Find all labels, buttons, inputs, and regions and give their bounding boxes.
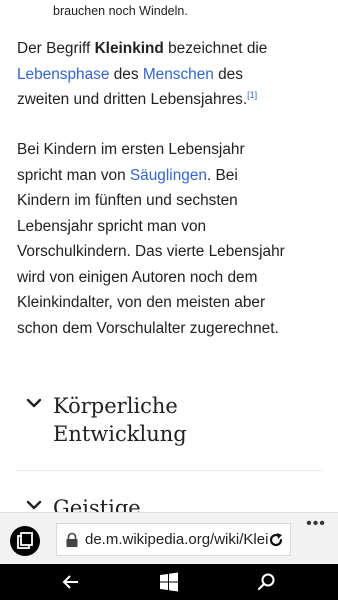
chevron-down-icon bbox=[26, 500, 42, 510]
text-segment: zweiten und dritten Lebensjahres. bbox=[17, 91, 248, 108]
more-icon[interactable]: ••• bbox=[301, 516, 331, 532]
system-nav-bar bbox=[0, 564, 338, 600]
intro-paragraph: Der Begriff Kleinkind bezeichnet die Leb… bbox=[17, 36, 327, 113]
tabs-icon bbox=[17, 532, 33, 549]
section-title-line: Geistige bbox=[53, 496, 141, 512]
article-content: brauchen noch Windeln. Der Begriff Klein… bbox=[0, 0, 338, 512]
chevron-down-icon bbox=[26, 398, 42, 408]
text-segment: Der Begriff bbox=[17, 40, 95, 57]
term-kleinkind: Kleinkind bbox=[94, 40, 164, 57]
back-arrow-icon[interactable] bbox=[60, 572, 82, 592]
section-title: Körperliche Entwicklung bbox=[53, 392, 187, 448]
reload-icon[interactable] bbox=[267, 531, 285, 549]
address-bar[interactable]: de.m.wikipedia.org/wiki/Kleinkind bbox=[56, 523, 291, 556]
text-line: Lebensjahr spricht man von bbox=[17, 217, 207, 235]
text-line: Kleinkindalter, von den meisten aber bbox=[17, 294, 266, 311]
link-lebensphase[interactable]: Lebensphase bbox=[17, 66, 109, 83]
text-segment: des bbox=[213, 65, 243, 83]
lock-icon bbox=[66, 532, 78, 547]
text-line: schon dem Vorschulalter zugerechnet. bbox=[17, 319, 279, 337]
url-text: de.m.wikipedia.org/wiki/Kleinkind bbox=[85, 531, 269, 548]
section-geistige[interactable]: Geistige bbox=[17, 494, 322, 512]
browser-toolbar: de.m.wikipedia.org/wiki/Kleinkind ••• bbox=[0, 512, 338, 565]
section-title: Geistige bbox=[53, 494, 141, 512]
text-line: wird von einigen Autoren noch dem bbox=[17, 268, 258, 286]
text-segment: bezeichnet die bbox=[163, 40, 268, 57]
search-icon[interactable] bbox=[256, 572, 278, 592]
text-segment: des bbox=[109, 65, 143, 83]
age-paragraph: Bei Kindern im ersten Lebensjahr spricht… bbox=[17, 137, 327, 341]
reference-link-1[interactable]: [1] bbox=[247, 90, 257, 100]
text-line: Bei Kindern im ersten Lebensjahr bbox=[17, 141, 245, 158]
text-line: Vorschulkindern. Das vierte Lebensjahr bbox=[17, 243, 285, 260]
tabs-button[interactable] bbox=[10, 526, 40, 556]
section-title-line: Körperliche bbox=[53, 394, 178, 418]
text-segment: . Bei bbox=[206, 166, 238, 184]
link-saeuglingen[interactable]: Säuglingen bbox=[130, 167, 207, 184]
text-line: Kindern im fünften und sechsten bbox=[17, 192, 238, 209]
text-segment: spricht man von bbox=[17, 166, 130, 184]
section-koerperliche-entwicklung[interactable]: Körperliche Entwicklung bbox=[17, 392, 322, 471]
image-caption: brauchen noch Windeln. bbox=[53, 4, 188, 18]
link-menschen[interactable]: Menschen bbox=[143, 66, 214, 83]
windows-logo-icon[interactable] bbox=[158, 572, 180, 592]
section-title-line: Entwicklung bbox=[53, 422, 187, 446]
